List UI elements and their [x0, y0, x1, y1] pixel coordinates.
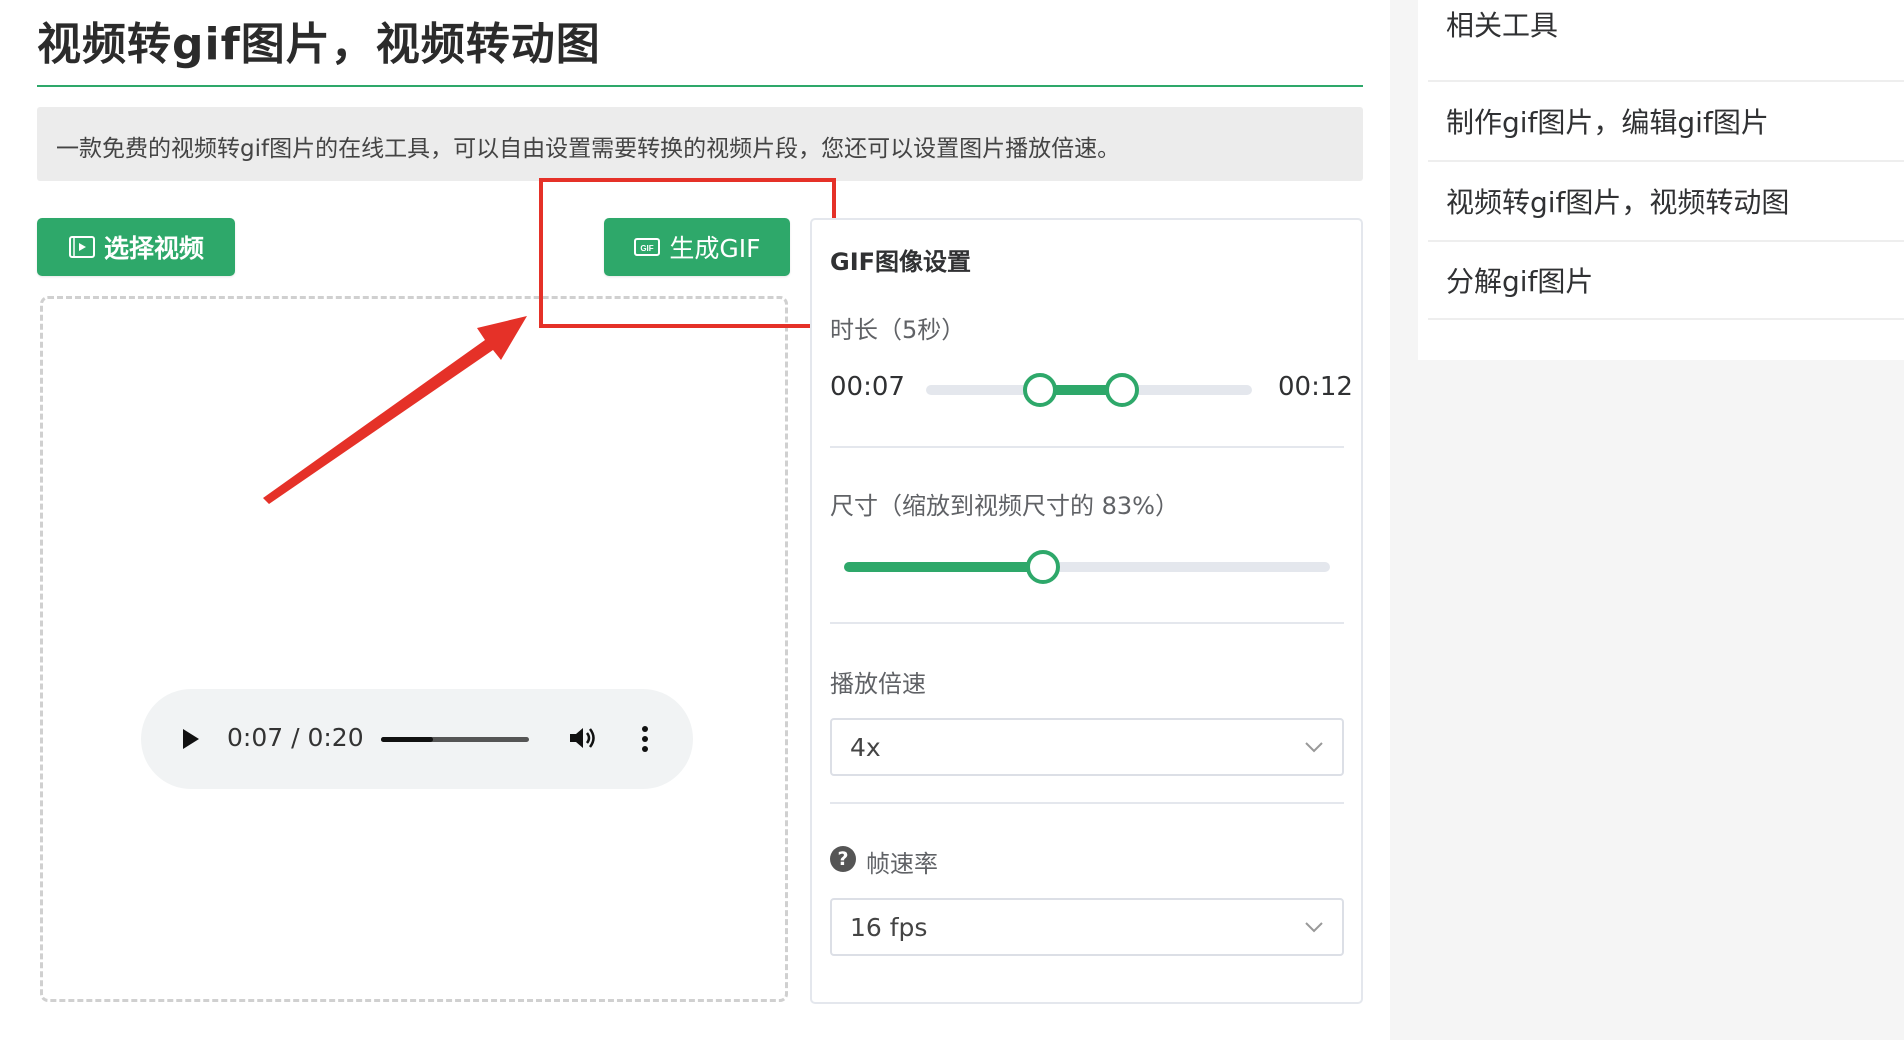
- settings-divider: [830, 446, 1344, 448]
- gif-settings-panel: GIF图像设置 时长（5秒） 00:07 00:12 尺寸（缩放到视频尺寸的 8…: [810, 218, 1363, 1004]
- size-slider-fill: [844, 562, 1044, 572]
- sidebar-link-video-to-gif[interactable]: 视频转gif图片，视频转动图: [1428, 160, 1904, 240]
- main-panel: 视频转gif图片，视频转动图 一款免费的视频转gif图片的在线工具，可以自由设置…: [0, 0, 1390, 1040]
- range-start-time: 00:07: [830, 372, 905, 402]
- playback-progress-fill: [381, 737, 433, 742]
- annotation-highlight-box: [539, 178, 836, 328]
- sidebar-link-make-gif[interactable]: 制作gif图片，编辑gif图片: [1428, 80, 1904, 160]
- select-video-button[interactable]: 选择视频: [37, 218, 235, 276]
- size-slider-handle[interactable]: [1026, 550, 1061, 584]
- playback-time: 0:07 / 0:20: [227, 723, 364, 752]
- duration-label: 时长（5秒）: [830, 316, 966, 344]
- range-end-time: 00:12: [1278, 372, 1353, 402]
- sidebar-link-split-gif[interactable]: 分解gif图片: [1428, 240, 1904, 320]
- speed-select-value: 4x: [850, 733, 881, 762]
- speed-label: 播放倍速: [830, 670, 926, 698]
- playback-progress-bar[interactable]: [381, 737, 529, 742]
- more-options-icon[interactable]: [641, 725, 649, 753]
- title-divider: [37, 85, 1363, 87]
- speed-select[interactable]: 4x: [830, 718, 1344, 776]
- chevron-down-icon: [1305, 742, 1323, 753]
- sidebar-title: 相关工具: [1446, 9, 1559, 42]
- settings-divider: [830, 802, 1344, 804]
- page-title: 视频转gif图片，视频转动图: [37, 19, 601, 70]
- annotation-arrow: [263, 316, 527, 504]
- fps-select[interactable]: 16 fps: [830, 898, 1344, 956]
- duration-end-handle[interactable]: [1104, 373, 1139, 407]
- fps-label: 帧速率: [866, 850, 938, 878]
- settings-title: GIF图像设置: [830, 248, 972, 276]
- fps-select-value: 16 fps: [850, 913, 928, 942]
- select-video-label: 选择视频: [103, 234, 204, 263]
- play-icon[interactable]: [181, 727, 201, 751]
- chevron-down-icon: [1305, 922, 1323, 933]
- tool-description: 一款免费的视频转gif图片的在线工具，可以自由设置需要转换的视频片段，您还可以设…: [37, 107, 1363, 181]
- size-label: 尺寸（缩放到视频尺寸的 83%）: [830, 492, 1179, 520]
- help-icon[interactable]: ?: [830, 846, 856, 872]
- settings-divider: [830, 622, 1344, 624]
- video-file-icon: [68, 236, 95, 258]
- volume-icon[interactable]: [567, 723, 597, 753]
- video-player-controls: 0:07 / 0:20: [141, 689, 693, 789]
- related-tools-sidebar: 相关工具 制作gif图片，编辑gif图片 视频转gif图片，视频转动图 分解gi…: [1418, 0, 1904, 360]
- duration-start-handle[interactable]: [1023, 373, 1058, 407]
